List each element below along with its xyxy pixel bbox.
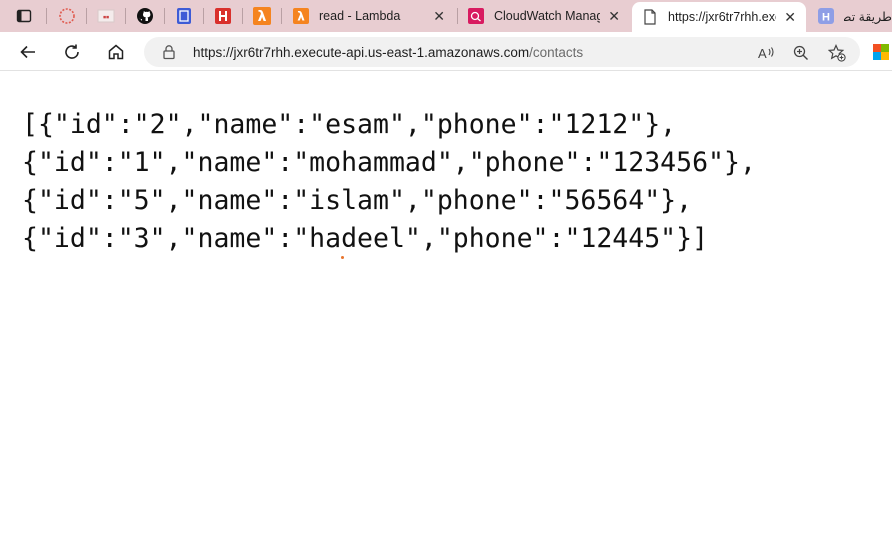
h-icon: H	[818, 8, 834, 24]
json-line: [{"id":"2","name":"esam","phone":"1212"}…	[22, 109, 677, 140]
extension-icon[interactable]	[870, 39, 892, 65]
back-button[interactable]	[15, 39, 41, 65]
aws-lambda-icon[interactable]: λ	[251, 5, 273, 27]
navigation-bar: https://jxr6tr7rhh.execute-api.us-east-1…	[0, 32, 892, 71]
svg-text:λ: λ	[297, 10, 305, 24]
tab-actions-icon[interactable]	[13, 5, 35, 27]
aws-lambda-icon: λ	[293, 8, 309, 24]
svg-text:A: A	[758, 46, 767, 61]
tab-title: https://jxr6tr7rhh.execute-api.us-east-1…	[668, 10, 776, 24]
lock-icon[interactable]	[161, 44, 177, 60]
github-icon[interactable]	[134, 5, 156, 27]
tab-title: read - Lambda	[319, 9, 401, 23]
tab-cloudwatch[interactable]: CloudWatch Management Console ✕	[458, 0, 630, 32]
site-icon[interactable]: ■■	[95, 5, 117, 27]
read-aloud-icon[interactable]: A	[757, 44, 775, 62]
home-button[interactable]	[103, 39, 129, 65]
close-icon[interactable]: ✕	[433, 8, 445, 25]
red-app-icon[interactable]	[212, 5, 234, 27]
tab-strip: ■■ λ λ read - Lambda ✕ CloudWatch Manage…	[0, 0, 892, 32]
close-icon[interactable]: ✕	[608, 8, 620, 25]
cloudwatch-icon	[468, 8, 484, 24]
tab-contacts-api[interactable]: https://jxr6tr7rhh.execute-api.us-east-1…	[632, 2, 806, 32]
circle-logo-icon[interactable]	[56, 5, 78, 27]
svg-text:■■: ■■	[103, 15, 109, 21]
tab-lambda[interactable]: λ read - Lambda ✕	[283, 0, 455, 32]
address-bar[interactable]: https://jxr6tr7rhh.execute-api.us-east-1…	[144, 37, 860, 67]
url-text[interactable]: https://jxr6tr7rhh.execute-api.us-east-1…	[193, 45, 583, 60]
page-icon	[642, 9, 658, 25]
svg-text:λ: λ	[258, 9, 267, 25]
tab-title: طريقة تصميم	[844, 9, 892, 24]
refresh-button[interactable]	[59, 39, 85, 65]
json-line: {"id":"1","name":"mohammad","phone":"123…	[22, 147, 756, 178]
json-response: [{"id":"2","name":"esam","phone":"1212"}…	[22, 106, 882, 258]
close-icon[interactable]: ✕	[784, 9, 796, 26]
tab-title: CloudWatch Management Console	[494, 9, 601, 23]
json-line: {"id":"3","name":"hadeel","phone":"12445…	[22, 223, 709, 254]
json-line: {"id":"5","name":"islam","phone":"56564"…	[22, 185, 693, 216]
add-favorite-icon[interactable]	[828, 44, 846, 62]
tab-arabic[interactable]: H طريقة تصميم	[808, 0, 892, 32]
text-cursor	[341, 256, 344, 259]
zoom-icon[interactable]	[792, 44, 810, 62]
svg-text:H: H	[822, 12, 830, 24]
blue-app-icon[interactable]	[173, 5, 195, 27]
